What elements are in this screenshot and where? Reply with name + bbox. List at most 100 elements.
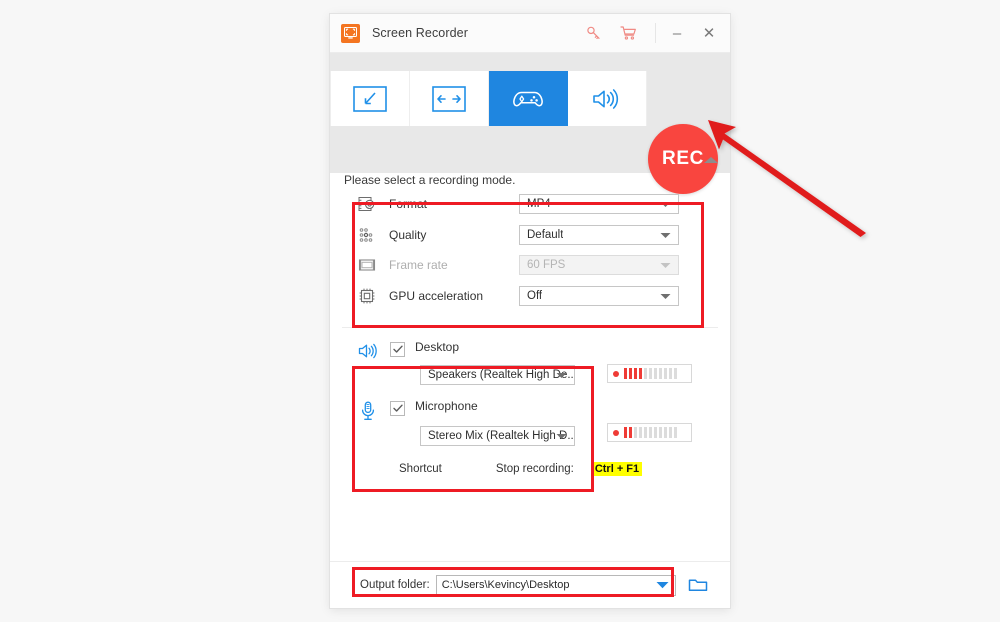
microphone-checkbox[interactable] [390, 401, 405, 416]
folder-icon[interactable] [688, 577, 708, 593]
frame-rate-value: 60 FPS [527, 259, 566, 272]
chevron-up-icon[interactable] [702, 153, 720, 171]
microphone-level-meter [607, 423, 692, 442]
chevron-down-icon [556, 427, 567, 445]
cart-icon[interactable] [611, 14, 645, 52]
mode-custom-region[interactable] [330, 71, 410, 126]
meter-bar [669, 427, 672, 438]
quality-dots-icon [354, 226, 380, 244]
desktop-device-value: Speakers (Realtek High De... [428, 369, 574, 381]
microphone-audio-group: Microphone Stereo Mix (Realtek High D... [354, 399, 706, 446]
meter-bar [634, 427, 637, 438]
microphone-icon [354, 399, 382, 421]
game-controller-icon [510, 87, 546, 111]
record-dot-icon [613, 429, 619, 436]
microphone-meter-bars [624, 427, 677, 438]
frame-rate-icon [354, 256, 380, 274]
output-folder-input[interactable]: C:\Users\Kevincy\Desktop [435, 574, 676, 596]
setting-row-gpu-acceleration: GPU acceleration Off [354, 281, 706, 312]
desktop-audio-label: Desktop [415, 340, 460, 354]
microphone-audio-row: Microphone [354, 399, 575, 421]
mode-bar: REC Please select a recording mode. [330, 53, 730, 194]
film-gear-icon [354, 195, 380, 213]
audio-panel: Desktop Speakers (Realtek High De... Mic… [354, 340, 706, 476]
shortcut-label: Shortcut [399, 463, 442, 475]
chevron-down-icon[interactable] [656, 576, 669, 594]
screen-recorder-icon [341, 23, 360, 43]
stop-recording-label: Stop recording: [495, 463, 574, 475]
microphone-device-dropdown[interactable]: Stereo Mix (Realtek High D... [420, 426, 575, 446]
quality-dropdown[interactable]: Default [519, 224, 679, 245]
output-folder-bar: Output folder: C:\Users\Kevincy\Desktop [330, 561, 730, 608]
settings-panel: Format MP4 Quality Default Frame rate 60… [354, 189, 706, 311]
frame-rate-dropdown: 60 FPS [519, 255, 679, 276]
meter-bar [624, 427, 627, 438]
meter-bar [674, 427, 677, 438]
desktop-audio-checkbox[interactable] [390, 342, 405, 357]
meter-bar [664, 427, 667, 438]
desktop-audio-row: Desktop [354, 340, 575, 360]
microphone-device-selector: Stereo Mix (Realtek High D... [420, 426, 575, 446]
shortcut-row: Shortcut Stop recording: Ctrl + F1 [354, 462, 706, 476]
desktop-device-selector: Speakers (Realtek High De... [420, 365, 575, 385]
stop-recording-hotkey[interactable]: Ctrl + F1 [591, 462, 643, 476]
meter-bar [659, 368, 662, 379]
setting-label-format: Format [389, 197, 428, 212]
mode-game[interactable] [489, 71, 568, 126]
meter-bar [639, 427, 642, 438]
meter-bar [634, 368, 637, 379]
meter-bar [649, 368, 652, 379]
gpu-acceleration-value: Off [527, 289, 543, 302]
settings-audio-divider [342, 327, 718, 328]
meter-bar [659, 427, 662, 438]
output-folder-label: Output folder: [360, 579, 430, 591]
key-icon[interactable] [577, 14, 611, 52]
screen-recorder-window: Screen Recorder – ✕ REC Please select a … [330, 14, 730, 608]
title-bar: Screen Recorder – ✕ [330, 14, 730, 53]
mode-audio-only[interactable] [568, 71, 647, 126]
chevron-down-icon [660, 195, 671, 213]
setting-label-quality: Quality [389, 227, 427, 242]
microphone-label: Microphone [415, 399, 478, 413]
setting-row-quality: Quality Default [354, 220, 706, 251]
setting-row-frame-rate: Frame rate 60 FPS [354, 250, 706, 281]
setting-label-frame-rate: Frame rate [389, 258, 448, 273]
meter-bar [669, 368, 672, 379]
chevron-down-icon [660, 226, 671, 244]
custom-region-icon [353, 85, 387, 112]
desktop-meter-bars [624, 368, 677, 379]
chevron-down-icon [660, 256, 671, 274]
meter-bar [629, 427, 632, 438]
format-value: MP4 [527, 198, 551, 211]
chevron-down-icon [660, 287, 671, 305]
speaker-icon [590, 86, 624, 112]
full-screen-icon [432, 85, 466, 112]
gpu-acceleration-dropdown[interactable]: Off [519, 285, 679, 306]
minimize-button[interactable]: – [662, 14, 692, 52]
desktop-level-meter [607, 364, 692, 383]
gpu-chip-icon [354, 287, 380, 305]
microphone-device-value: Stereo Mix (Realtek High D... [428, 430, 574, 442]
meter-bar [654, 427, 657, 438]
mode-hint-text: Please select a recording mode. [344, 173, 516, 187]
recording-mode-list [330, 71, 647, 126]
window-title: Screen Recorder [372, 26, 468, 40]
desktop-device-dropdown[interactable]: Speakers (Realtek High De... [420, 365, 575, 385]
meter-bar [639, 368, 642, 379]
meter-bar [649, 427, 652, 438]
speaker-icon [354, 340, 382, 360]
meter-bar [674, 368, 677, 379]
close-button[interactable]: ✕ [692, 14, 726, 52]
mode-full-screen[interactable] [410, 71, 489, 126]
titlebar-actions: – ✕ [577, 14, 730, 52]
quality-value: Default [527, 228, 564, 241]
meter-bar [664, 368, 667, 379]
format-dropdown[interactable]: MP4 [519, 194, 679, 215]
setting-row-format: Format MP4 [354, 189, 706, 220]
meter-bar [624, 368, 627, 379]
record-dot-icon [613, 370, 619, 377]
meter-bar [629, 368, 632, 379]
meter-bar [644, 427, 647, 438]
meter-bar [654, 368, 657, 379]
setting-label-gpu-acceleration: GPU acceleration [389, 288, 484, 303]
